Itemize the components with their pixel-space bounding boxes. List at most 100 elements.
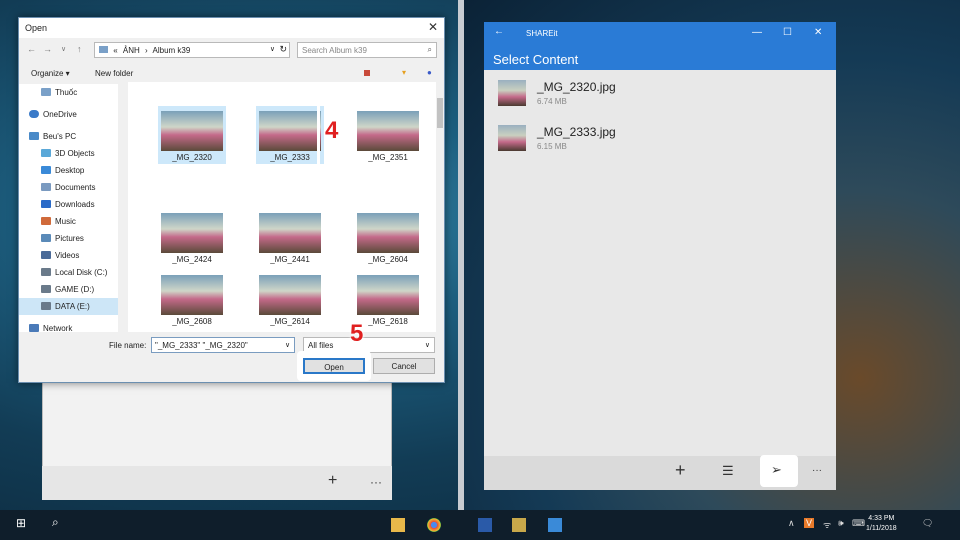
- windows-start-icon[interactable]: ⊞: [16, 516, 26, 530]
- word-icon[interactable]: [478, 518, 492, 532]
- file-name: _MG_2351: [368, 153, 408, 162]
- content-list-item[interactable]: _MG_2320.jpg 6.74 MB: [498, 76, 818, 110]
- shareit-taskbar-icon[interactable]: [548, 518, 562, 532]
- open-button[interactable]: Open: [303, 358, 365, 374]
- keyboard-icon[interactable]: ⌨: [852, 518, 865, 529]
- tree-item-documents[interactable]: Documents: [19, 179, 127, 196]
- path-segment[interactable]: ẢNH: [123, 46, 140, 55]
- maximize-icon[interactable]: ☐: [783, 27, 792, 38]
- organize-menu[interactable]: Organize ▾: [31, 69, 70, 78]
- volume-icon[interactable]: 🕪: [838, 518, 844, 529]
- app-name: SHAREit: [526, 29, 558, 38]
- navigation-pane: Thuốc OneDrive Beu's PC 3D Objects Deskt…: [19, 84, 127, 332]
- minimize-icon[interactable]: —: [752, 27, 762, 38]
- tree-item-label: Videos: [55, 251, 80, 260]
- file-name: _MG_2604: [368, 255, 408, 264]
- tree-item-videos[interactable]: Videos: [19, 247, 127, 264]
- tree-item-downloads[interactable]: Downloads: [19, 196, 127, 213]
- address-bar[interactable]: « ẢNH › Album k39 ∨ ↻: [94, 42, 290, 58]
- dialog-title: Open: [19, 18, 444, 38]
- tree-item-pictures[interactable]: Pictures: [19, 230, 127, 247]
- view-options-icon[interactable]: [364, 70, 370, 76]
- item-name: _MG_2320.jpg: [537, 80, 616, 94]
- tree-item-label: DATA (E:): [55, 302, 90, 311]
- tree-item-data-e[interactable]: DATA (E:): [19, 298, 127, 315]
- show-hidden-icons-icon[interactable]: ∧: [788, 518, 795, 529]
- cancel-button[interactable]: Cancel: [373, 358, 435, 374]
- forward-icon[interactable]: →: [43, 44, 52, 54]
- help-icon[interactable]: ●: [427, 68, 432, 77]
- file-name-input[interactable]: "_MG_2333" "_MG_2320": [151, 337, 295, 353]
- search-icon[interactable]: ⌕: [52, 515, 59, 530]
- back-arrow-icon[interactable]: ←: [494, 26, 504, 37]
- image-thumbnail: [259, 275, 321, 315]
- tree-item-label: Network: [43, 324, 73, 332]
- tree-item-this-pc[interactable]: Beu's PC: [19, 128, 115, 145]
- tree-item-label: Pictures: [55, 234, 84, 243]
- image-thumbnail: [161, 275, 223, 315]
- document-icon: [41, 183, 51, 191]
- cloud-icon: [29, 110, 39, 118]
- search-input[interactable]: Search Album k39 ⌕: [297, 42, 437, 58]
- folder-icon: [99, 46, 108, 53]
- recent-locations-icon[interactable]: ∨: [61, 45, 66, 53]
- snap-divider[interactable]: [458, 0, 464, 540]
- tree-scrollbar[interactable]: [118, 84, 127, 332]
- tree-item-label: Local Disk (C:): [55, 268, 108, 277]
- preview-pane-icon[interactable]: ▾: [402, 68, 406, 77]
- tree-item-network[interactable]: Network: [19, 320, 115, 332]
- file-thumbnail[interactable]: _MG_2604: [354, 208, 422, 266]
- image-thumbnail: [357, 275, 419, 315]
- chevron-down-icon[interactable]: ∨: [285, 341, 290, 349]
- refresh-icon[interactable]: ↻: [279, 44, 287, 55]
- clock[interactable]: 4:33 PM 1/11/2018: [866, 514, 897, 534]
- send-icon[interactable]: ➢: [771, 462, 782, 478]
- file-name: _MG_2618: [368, 317, 408, 326]
- add-icon[interactable]: +: [328, 472, 337, 490]
- chevron-down-icon[interactable]: ∨: [270, 45, 275, 53]
- list-icon[interactable]: ☰: [722, 463, 734, 479]
- file-name-label: File name:: [109, 341, 147, 350]
- command-bar: Organize ▾ New folder ▾ ●: [19, 64, 444, 82]
- tree-item-onedrive[interactable]: OneDrive: [19, 106, 115, 123]
- cube-icon: [41, 149, 51, 157]
- tree-item-music[interactable]: Music: [19, 213, 127, 230]
- path-segment[interactable]: Album k39: [153, 46, 191, 55]
- app-tray-icon[interactable]: V: [804, 518, 815, 528]
- content-list-item[interactable]: _MG_2333.jpg 6.15 MB: [498, 121, 818, 155]
- action-center-icon[interactable]: 🗨: [922, 518, 933, 529]
- image-thumbnail: [498, 125, 526, 151]
- up-icon[interactable]: ↑: [77, 44, 82, 54]
- file-thumbnail[interactable]: _MG_2351: [354, 106, 422, 164]
- tree-item-thuoc[interactable]: Thuốc: [19, 84, 127, 101]
- store-icon[interactable]: [512, 518, 526, 532]
- tree-item-local-disk-c[interactable]: Local Disk (C:): [19, 264, 127, 281]
- close-icon[interactable]: ✕: [428, 20, 438, 34]
- search-icon[interactable]: ⌕: [428, 45, 432, 55]
- tree-item-3d-objects[interactable]: 3D Objects: [19, 145, 127, 162]
- tree-item-desktop[interactable]: Desktop: [19, 162, 127, 179]
- file-thumbnail[interactable]: _MG_2608: [158, 270, 226, 328]
- item-size: 6.15 MB: [537, 142, 567, 151]
- file-explorer-icon[interactable]: [391, 518, 405, 532]
- file-thumbnail[interactable]: _MG_2424: [158, 208, 226, 266]
- network-icon[interactable]: ᯤ: [823, 518, 831, 531]
- file-name-row: File name: "_MG_2333" "_MG_2320" ∨ All f…: [19, 336, 444, 356]
- close-icon[interactable]: ✕: [814, 27, 822, 38]
- file-thumbnail[interactable]: _MG_2441: [256, 208, 324, 266]
- tree-item-game-d[interactable]: GAME (D:): [19, 281, 127, 298]
- add-icon[interactable]: +: [675, 460, 686, 481]
- scrollbar-thumb[interactable]: [437, 98, 443, 128]
- background-app-toolbar: [42, 466, 392, 500]
- chrome-icon[interactable]: [427, 518, 441, 532]
- item-name: _MG_2333.jpg: [537, 125, 616, 139]
- video-icon: [41, 251, 51, 259]
- file-thumbnail[interactable]: _MG_2614: [256, 270, 324, 328]
- image-thumbnail: [259, 213, 321, 253]
- new-folder-button[interactable]: New folder: [95, 69, 133, 78]
- file-thumbnail[interactable]: _MG_2618: [354, 270, 422, 328]
- more-icon[interactable]: ···: [812, 465, 822, 476]
- back-icon[interactable]: ←: [27, 44, 36, 54]
- tree-item-label: Music: [55, 217, 76, 226]
- more-icon[interactable]: ···: [370, 475, 382, 489]
